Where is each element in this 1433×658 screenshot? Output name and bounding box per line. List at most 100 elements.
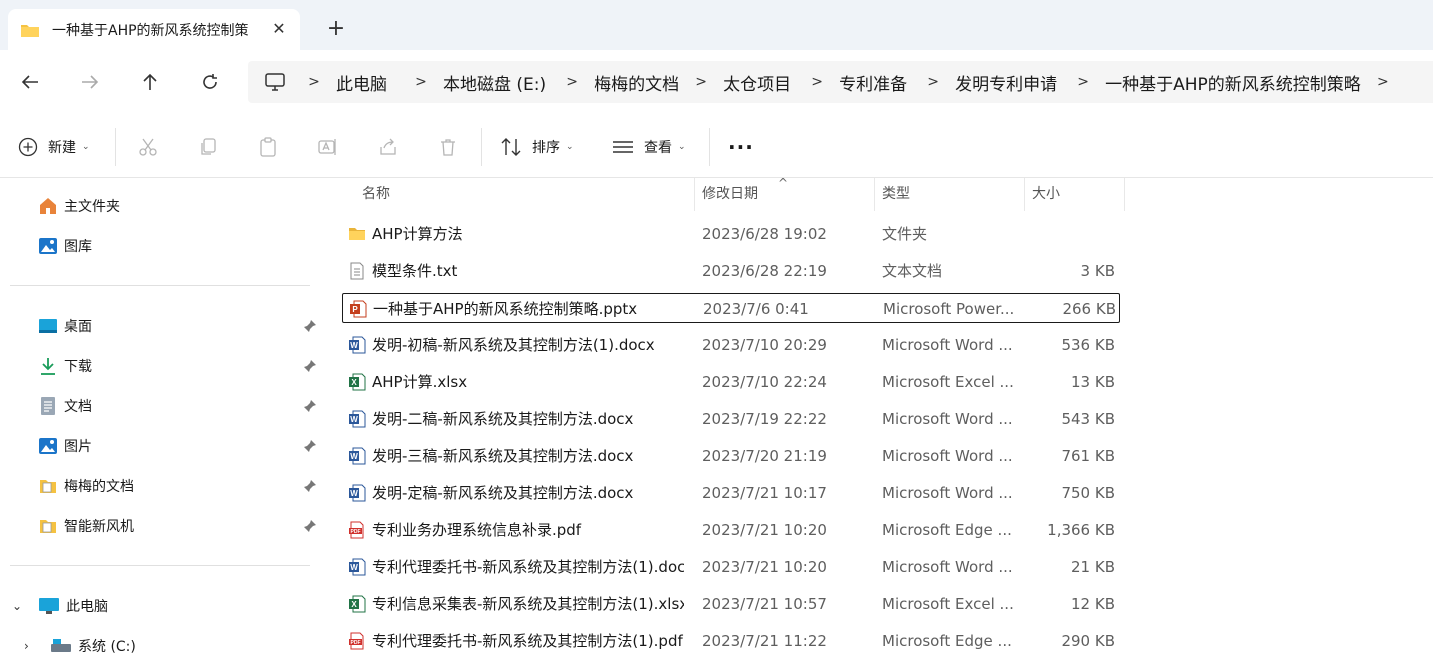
pin-icon[interactable]: [303, 479, 317, 493]
breadcrumb-item[interactable]: 专利准备: [831, 70, 915, 95]
file-type: Microsoft Word ...: [882, 447, 1013, 465]
up-button[interactable]: [138, 70, 162, 94]
breadcrumb-item[interactable]: 此电脑: [328, 70, 395, 95]
folder-icon: [40, 520, 56, 533]
trash-icon: [441, 139, 455, 156]
computer-icon: [39, 598, 59, 614]
chevron-right-icon[interactable]: ›: [24, 639, 38, 653]
file-date: 2023/7/21 10:20: [702, 558, 827, 576]
file-row[interactable]: X 专利信息采集表-新风系统及其控制方法(1).xlsx 2023/7/21 10:…: [342, 589, 1120, 619]
breadcrumb-chevron-icon[interactable]: >: [803, 74, 831, 90]
sidebar-label: 文档: [64, 399, 92, 415]
file-row[interactable]: W 发明-初稿-新风系统及其控制方法(1).docx 2023/7/10 20:29…: [342, 330, 1120, 360]
home-icon: [40, 198, 56, 214]
share-button[interactable]: [378, 134, 398, 160]
address-bar[interactable]: > 此电脑 > 本地磁盘 (E:) > 梅梅的文档 > 太仓项目 > 专利准备 …: [248, 61, 1433, 103]
sidebar-item-downloads[interactable]: 下载: [38, 354, 92, 378]
tab-active[interactable]: 一种基于AHP的新风系统控制策 ✕: [8, 9, 300, 50]
sidebar-item-smart-ventilator[interactable]: 智能新风机: [38, 514, 134, 538]
sidebar-label: 下载: [64, 359, 92, 375]
file-row[interactable]: W 发明-定稿-新风系统及其控制方法.docx 2023/7/21 10:17 Mic…: [342, 478, 1120, 508]
pin-icon[interactable]: [303, 319, 317, 333]
sort-icon: [501, 138, 521, 156]
pin-icon[interactable]: [303, 439, 317, 453]
breadcrumb-chevron-icon[interactable]: >: [300, 74, 328, 90]
cut-button[interactable]: [138, 134, 158, 160]
file-size: 3 KB: [1080, 262, 1115, 280]
file-size: 750 KB: [1061, 484, 1115, 502]
column-divider[interactable]: [1024, 178, 1025, 211]
download-icon: [41, 358, 55, 375]
sidebar-item-home[interactable]: 主文件夹: [38, 194, 120, 218]
file-row[interactable]: W 发明-二稿-新风系统及其控制方法.docx 2023/7/19 22:22 Mic…: [342, 404, 1120, 434]
sidebar-item-pictures[interactable]: 图片: [38, 434, 92, 458]
forward-button[interactable]: [78, 70, 102, 94]
sidebar-item-this-pc[interactable]: ⌄ 此电脑: [12, 594, 108, 618]
pin-icon[interactable]: [303, 519, 317, 533]
breadcrumb-item[interactable]: 太仓项目: [715, 70, 799, 95]
file-row[interactable]: PDF 专利业务办理系统信息补录.pdf 2023/7/21 10:20 Micros…: [342, 515, 1120, 545]
column-header-type[interactable]: 类型: [882, 178, 1022, 211]
breadcrumb-item[interactable]: 梅梅的文档: [586, 70, 687, 95]
column-divider[interactable]: [1124, 178, 1125, 211]
chevron-down-icon[interactable]: ⌄: [12, 599, 26, 613]
file-row[interactable]: X AHP计算.xlsx 2023/7/10 22:24 Microsoft Exce…: [342, 367, 1120, 397]
file-size: 13 KB: [1071, 373, 1115, 391]
close-tab-icon[interactable]: ✕: [270, 20, 288, 38]
sidebar-item-gallery[interactable]: 图库: [38, 234, 92, 258]
file-date: 2023/7/10 20:29: [702, 336, 827, 354]
file-row[interactable]: P 一种基于AHP的新风系统控制策略.pptx 2023/7/6 0:41 Micro…: [342, 293, 1120, 323]
file-name: AHP计算方法: [372, 225, 463, 243]
file-size: 21 KB: [1071, 558, 1115, 576]
folder-icon: [21, 24, 39, 37]
powerpoint-file-icon: P: [350, 300, 367, 318]
computer-icon: [265, 73, 285, 91]
breadcrumb-chevron-icon[interactable]: >: [1069, 74, 1097, 90]
breadcrumb-current[interactable]: 一种基于AHP的新风系统控制策略: [1097, 70, 1369, 95]
chevron-down-icon: ⌄: [678, 142, 686, 152]
breadcrumb-chevron-icon[interactable]: >: [407, 74, 435, 90]
column-divider[interactable]: [694, 178, 695, 211]
sort-button[interactable]: 排序 ⌄: [500, 134, 574, 160]
sidebar-item-drive-c[interactable]: › 系统 (C:): [24, 634, 136, 658]
file-type: Microsoft Power...: [883, 300, 1015, 318]
sidebar-item-documents[interactable]: 文档: [38, 394, 92, 418]
breadcrumb-chevron-icon[interactable]: >: [1369, 74, 1397, 90]
gallery-icon: [39, 238, 57, 254]
paste-button[interactable]: [258, 134, 278, 160]
file-row[interactable]: W 发明-三稿-新风系统及其控制方法.docx 2023/7/20 21:19 Mic…: [342, 441, 1120, 471]
copy-button[interactable]: [198, 134, 218, 160]
pin-icon[interactable]: [303, 359, 317, 373]
sidebar-item-meimei-docs[interactable]: 梅梅的文档: [38, 474, 134, 498]
file-row[interactable]: W 专利代理委托书-新风系统及其控制方法(1).doc 2023/7/21 10:2…: [342, 552, 1120, 582]
pin-icon[interactable]: [303, 399, 317, 413]
file-row[interactable]: 模型条件.txt 2023/6/28 22:19 文本文档 3 KB: [342, 256, 1120, 286]
sidebar-label: 图片: [64, 439, 92, 455]
breadcrumb-item[interactable]: 本地磁盘 (E:): [435, 70, 554, 95]
back-button[interactable]: [18, 70, 42, 94]
excel-file-icon: X: [349, 595, 366, 613]
new-tab-button[interactable]: +: [326, 18, 346, 40]
file-size: 543 KB: [1061, 410, 1115, 428]
file-row[interactable]: PDF 专利代理委托书-新风系统及其控制方法(1).pdf 2023/7/21 11…: [342, 626, 1120, 656]
breadcrumb-chevron-icon[interactable]: >: [919, 74, 947, 90]
column-divider[interactable]: [874, 178, 875, 211]
word-file-icon: W: [349, 336, 366, 354]
svg-text:X: X: [351, 378, 357, 387]
breadcrumb-chevron-icon[interactable]: >: [687, 74, 715, 90]
tab-bar: 一种基于AHP的新风系统控制策 ✕ +: [0, 0, 1433, 50]
delete-button[interactable]: [438, 134, 458, 160]
sidebar-item-desktop[interactable]: 桌面: [38, 314, 92, 338]
new-button[interactable]: 新建 ⌄: [18, 134, 90, 160]
column-header-name[interactable]: 名称: [362, 178, 692, 211]
sidebar-label: 智能新风机: [64, 519, 134, 535]
refresh-button[interactable]: [198, 70, 222, 94]
breadcrumb-item[interactable]: 发明专利申请: [947, 70, 1065, 95]
breadcrumb-chevron-icon[interactable]: >: [558, 74, 586, 90]
column-header-size[interactable]: 大小: [1032, 178, 1122, 211]
file-row[interactable]: AHP计算方法 2023/6/28 19:02 文件夹: [342, 219, 1120, 249]
more-options-button[interactable]: ···: [728, 134, 754, 160]
view-button[interactable]: 查看 ⌄: [612, 134, 686, 160]
back-arrow-icon: [21, 75, 38, 89]
rename-button[interactable]: [318, 134, 338, 160]
